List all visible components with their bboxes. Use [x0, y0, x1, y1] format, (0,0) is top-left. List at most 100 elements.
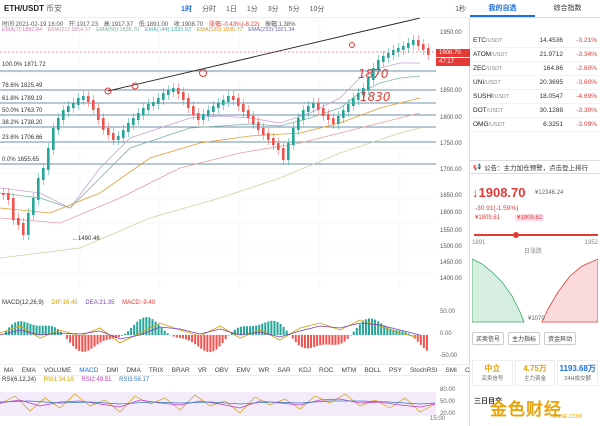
indicator-tab[interactable]: BRAR — [172, 367, 190, 374]
macd-bar — [93, 335, 96, 347]
pair-selector[interactable]: ETH/USDT 币安 — [4, 3, 62, 14]
refresh-interval[interactable]: 1秒 — [455, 4, 470, 14]
fib-label: 100.0% 1871.72 — [2, 62, 46, 68]
tab-timeframe-10m[interactable]: 10分 — [308, 4, 327, 14]
summary-card[interactable]: 1193.68万 24H成交额 — [557, 360, 599, 386]
macd-bar — [239, 326, 242, 335]
depth-chart: ¥1070 — [472, 258, 598, 323]
price-tick: 1850.00 — [440, 88, 462, 94]
indicator-tab[interactable]: WR — [259, 367, 270, 374]
candle-body — [157, 98, 160, 104]
watchlist-change: -4.69% — [576, 93, 597, 100]
candle-body — [212, 106, 215, 112]
candle-body — [52, 128, 55, 150]
indicator-tab[interactable]: MTM — [342, 367, 357, 374]
candle-body — [47, 148, 50, 170]
tab-timeframe-3m[interactable]: 3分 — [266, 4, 281, 14]
candle-body — [197, 113, 200, 120]
candle-body — [57, 118, 60, 130]
tab-timeframe-1h[interactable]: 1时 — [179, 4, 194, 14]
macd-bar — [29, 323, 32, 335]
indicator-tab[interactable]: ROC — [319, 367, 333, 374]
watchlist-row[interactable]: UNI/USDT 20.3695 -3.60% — [470, 76, 600, 90]
watchlist-price: 20.3695 — [539, 79, 564, 86]
macd-axis-tick: 50.00 — [440, 309, 456, 315]
indicator-tab[interactable]: VR — [198, 367, 207, 374]
summary-card[interactable]: 4.75万 主力资金 — [514, 360, 556, 386]
indicator-tab[interactable]: OBV — [215, 367, 229, 374]
candle-body — [162, 93, 165, 100]
indicator-tab[interactable]: StochRSI — [410, 367, 437, 374]
macd-bar — [81, 335, 84, 352]
macd-bar — [90, 335, 93, 349]
rsi-chart[interactable] — [0, 386, 436, 422]
tab-timeframe-intraday[interactable]: 分时 — [200, 4, 218, 14]
summary-card[interactable]: 中立 买卖信号 — [472, 360, 513, 386]
macd-bar — [99, 335, 102, 343]
tab-timeframe-1d[interactable]: 1日 — [224, 4, 239, 14]
watchlist-row[interactable]: ATOM/USDT 21.9712 -3.34% — [470, 48, 600, 62]
price-tick: 1450.00 — [440, 260, 462, 266]
watchlist-row[interactable]: OMG/USDT 6.3251 -3.09% — [470, 118, 600, 132]
candle-body — [227, 96, 230, 102]
signal-tabs: 买卖信号 主力指标 资金异动 — [472, 332, 577, 345]
watchlist-row[interactable]: DOT/USDT 30.1288 -3.30% — [470, 104, 600, 118]
macd-chart[interactable] — [0, 308, 436, 362]
tab-timeframe-5m[interactable]: 5分 — [287, 4, 302, 14]
indicator-tab[interactable]: EMA — [22, 367, 36, 374]
tab-watchlist[interactable]: 我的自选 — [470, 0, 535, 17]
macd-bar — [20, 321, 23, 335]
macd-bar — [69, 335, 72, 343]
macd-bar — [346, 335, 349, 339]
candle-body — [117, 136, 120, 140]
tab-timeframe-1m[interactable]: 1分 — [245, 4, 260, 14]
macd-bar — [8, 327, 11, 335]
summary-label: 买卖信号 — [481, 376, 504, 382]
indicator-tab[interactable]: VOLUME — [44, 367, 71, 374]
macd-bar — [133, 324, 136, 335]
macd-bar — [352, 331, 355, 335]
macd-bar — [130, 328, 133, 335]
grid — [0, 18, 436, 288]
indicator-tab[interactable]: DMA — [126, 367, 140, 374]
indicator-tab[interactable]: PSY — [389, 367, 402, 374]
indicator-tabs: MA EMA VOLUME MACD DMI DMA TRIX BRAR VR OBV EMV WR S… — [0, 364, 495, 376]
price-change: -30.91(-1.59%) — [475, 205, 519, 212]
macd-histogram — [5, 317, 428, 353]
rsi-axis-tick: 50.00 — [440, 399, 456, 405]
macd-bar — [319, 335, 322, 346]
candle-body — [392, 50, 395, 55]
indicator-tab[interactable]: KDJ — [299, 367, 311, 374]
indicator-tab[interactable]: EMV — [236, 367, 250, 374]
trading-app: ETH/USDT 币安 1时 分时 1日 1分 3分 5分 10分 1秒 时间:… — [0, 0, 600, 426]
announcement-bar[interactable]: 📢 公告：主力加仓预警，点击登上排行 — [470, 160, 600, 174]
indicator-tab[interactable]: SMI — [445, 367, 457, 374]
tab-fund-flow[interactable]: 资金异动 — [544, 332, 577, 345]
candlestick-chart[interactable]: 1870 1830 ←1490.46 — [0, 18, 436, 288]
tab-signal[interactable]: 买卖信号 — [472, 332, 505, 345]
tab-main-indicator[interactable]: 主力指标 — [508, 332, 541, 345]
indicator-tab[interactable]: TRIX — [149, 367, 164, 374]
watchlist-row[interactable]: SUSHI/USDT 18.0547 -4.69% — [470, 90, 600, 104]
price-tick: 1950.00 — [440, 30, 462, 36]
candle-body — [207, 110, 210, 116]
indicator-tab[interactable]: SAR — [277, 367, 290, 374]
tab-indices[interactable]: 综合指数 — [535, 0, 600, 17]
macd-axis-tick: -50.00 — [440, 353, 458, 359]
indicator-tab[interactable]: MA — [4, 367, 14, 374]
macd-bar — [117, 335, 120, 338]
chart-area[interactable]: ETH/USDT 币安 1时 分时 1日 1分 3分 5分 10分 1秒 时间:… — [0, 0, 495, 426]
macd-bar — [148, 317, 151, 335]
pair-label: ETH/USDT — [4, 4, 44, 13]
candle-body — [307, 106, 310, 112]
candle-body — [42, 168, 45, 180]
indicator-tab[interactable]: MACD — [79, 367, 98, 374]
indicator-tab[interactable]: DMI — [106, 367, 118, 374]
candle-body — [262, 128, 265, 135]
summary-value: 1193.68万 — [559, 364, 596, 373]
watchlist-row[interactable]: ZEC/USDT 164.86 -2.60% — [470, 62, 600, 76]
macd-bar — [194, 335, 197, 345]
watchlist-row[interactable]: ETC/USDT 14.4536 -3.21% — [470, 34, 600, 48]
macd-bar — [270, 320, 273, 335]
indicator-tab[interactable]: BOLL — [364, 367, 381, 374]
